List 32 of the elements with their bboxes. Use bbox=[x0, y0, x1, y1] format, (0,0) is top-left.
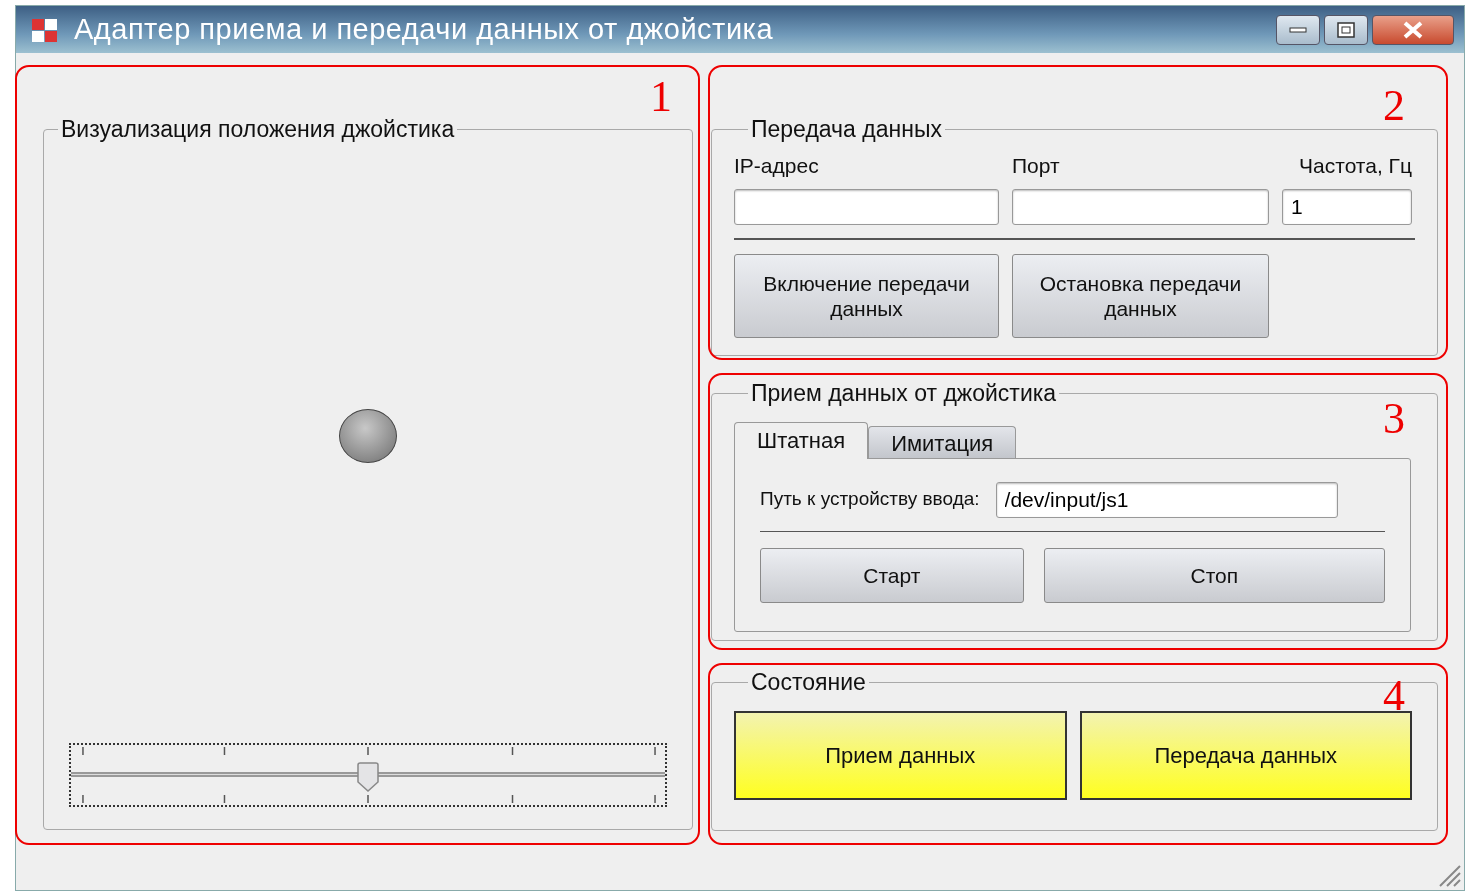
input-field[interactable] bbox=[734, 189, 999, 226]
minimize-button[interactable] bbox=[1276, 14, 1320, 45]
status-indicator: Прием данных bbox=[734, 710, 1067, 800]
field-label: Путь к устройству ввода: bbox=[760, 487, 980, 512]
maximize-button[interactable] bbox=[1324, 14, 1368, 45]
annotation-number: 3 bbox=[1383, 397, 1405, 441]
input-field[interactable]: /dev/input/js1 bbox=[995, 481, 1338, 518]
field-label: Порт bbox=[1012, 152, 1061, 179]
close-icon bbox=[1402, 20, 1424, 39]
status-indicator: Передача данных bbox=[1079, 710, 1412, 800]
action-button[interactable]: Включение передачи данных bbox=[734, 254, 999, 339]
field-label: IP-адрес bbox=[734, 152, 820, 179]
annotation-number: 2 bbox=[1383, 84, 1405, 128]
window-title: Адаптер приема и передачи данных от джойстика bbox=[74, 11, 775, 47]
action-button[interactable]: Остановка передачи данных bbox=[1012, 254, 1269, 339]
annotation-number: 1 bbox=[650, 75, 672, 119]
input-field[interactable]: 1 bbox=[1282, 189, 1412, 226]
tab[interactable]: Штатная bbox=[734, 421, 869, 459]
group-title: Состояние bbox=[750, 669, 867, 697]
action-button[interactable]: Стоп bbox=[1043, 547, 1385, 603]
minimize-icon bbox=[1289, 26, 1307, 33]
slider-handle[interactable] bbox=[357, 762, 379, 792]
field-label: Частота, Гц bbox=[1298, 152, 1412, 179]
input-field[interactable] bbox=[1012, 189, 1269, 226]
group-title: Передача данных bbox=[750, 116, 943, 144]
group-title: Визуализация положения джойстика bbox=[60, 116, 456, 144]
joystick-position-marker bbox=[339, 409, 397, 464]
tab[interactable]: Имитация bbox=[868, 425, 1017, 458]
action-button[interactable]: Старт bbox=[760, 547, 1024, 603]
group-title: Прием данных от джойстика bbox=[750, 380, 1058, 408]
close-button[interactable] bbox=[1372, 14, 1454, 45]
maximize-icon bbox=[1337, 21, 1355, 38]
